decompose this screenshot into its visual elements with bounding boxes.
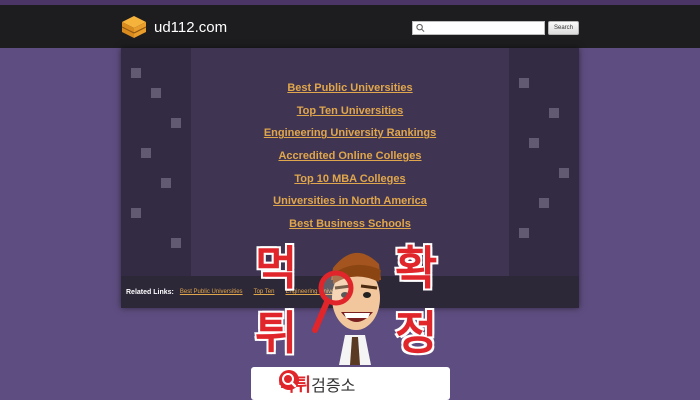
site-logo[interactable]: ud112.com <box>121 15 227 39</box>
mascot-with-magnifier-icon <box>312 252 381 365</box>
main-link[interactable]: Accredited Online Colleges <box>121 150 579 173</box>
search-icon <box>416 23 425 32</box>
top-bar: ud112.com Search <box>0 5 700 48</box>
magnifier-icon <box>279 370 299 390</box>
main-link[interactable]: Best Business Schools <box>121 218 579 241</box>
overlay-char: 튀 <box>255 306 298 360</box>
main-link[interactable]: Top Ten Universities <box>121 105 579 128</box>
main-link[interactable]: Best Public Universities <box>121 82 579 105</box>
related-link[interactable]: Best Public Universities <box>180 289 243 295</box>
search-button[interactable]: Search <box>548 21 579 35</box>
search-box[interactable] <box>412 21 545 35</box>
main-links: Best Public Universities Top Ten Univers… <box>121 82 579 241</box>
main-link[interactable]: Engineering University Rankings <box>121 127 579 150</box>
search-input[interactable] <box>427 22 544 34</box>
overlay-char: 먹 <box>255 241 298 295</box>
site-name: ud112.com <box>154 18 228 36</box>
related-links-title: Related Links: <box>126 288 174 296</box>
brand-text-dark: 검증소 <box>311 375 356 395</box>
main-link[interactable]: Universities in North America <box>121 195 579 218</box>
main-link[interactable]: Top 10 MBA Colleges <box>121 173 579 196</box>
logo-cube-icon <box>121 16 147 38</box>
